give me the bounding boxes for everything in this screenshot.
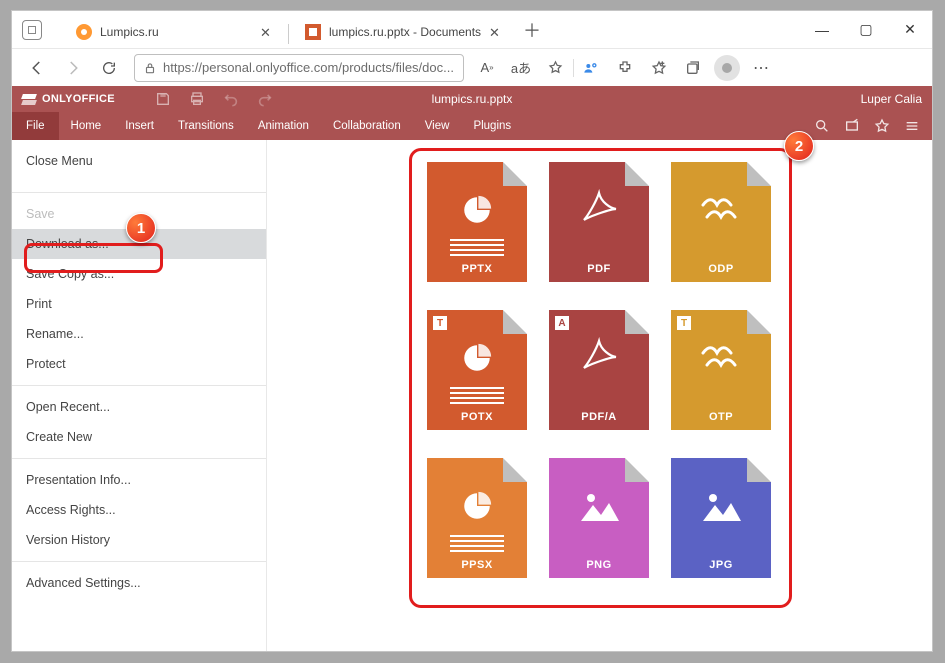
more-menu-icon[interactable]: ⋯	[744, 54, 778, 82]
menu-access-rights[interactable]: Access Rights...	[12, 495, 266, 525]
document-title: lumpics.ru.pptx	[432, 92, 513, 106]
menu-open-recent[interactable]: Open Recent...	[12, 392, 266, 422]
format-label: ODP	[671, 263, 771, 275]
tab-animation[interactable]: Animation	[246, 112, 321, 140]
slide-lines-icon	[450, 236, 504, 256]
img-icon	[579, 489, 619, 523]
format-label: JPG	[671, 559, 771, 571]
favorite-icon[interactable]	[874, 118, 890, 134]
pie-icon	[460, 489, 494, 523]
save-icon[interactable]	[155, 91, 171, 107]
format-tile-png[interactable]: PNG	[549, 458, 649, 578]
back-button[interactable]	[20, 53, 54, 83]
browser-tab-lumpics[interactable]: Lumpics.ru ✕	[64, 16, 284, 48]
close-tab-icon[interactable]: ✕	[260, 25, 274, 39]
profile-avatar[interactable]	[710, 54, 744, 82]
print-icon[interactable]	[189, 91, 205, 107]
tab-view[interactable]: View	[413, 112, 462, 140]
favorites-star-icon[interactable]	[642, 54, 676, 82]
account-switch-icon[interactable]	[574, 54, 608, 82]
translate-icon[interactable]: аあ	[504, 54, 538, 82]
url-input[interactable]: https://personal.onlyoffice.com/products…	[134, 54, 464, 82]
pie-icon	[460, 341, 494, 375]
format-tile-ppsx[interactable]: PPSX	[427, 458, 527, 578]
tab-home[interactable]: Home	[59, 112, 114, 140]
menu-presentation-info[interactable]: Presentation Info...	[12, 465, 266, 495]
window-close-button[interactable]: ✕	[888, 14, 932, 46]
redo-icon[interactable]	[257, 91, 273, 107]
format-label: PDF	[549, 263, 649, 275]
onlyoffice-logo[interactable]: ONLYOFFICE	[22, 92, 115, 106]
template-badge: T	[677, 316, 691, 330]
collections-icon[interactable]	[676, 54, 710, 82]
img-icon	[701, 489, 741, 523]
close-tab-icon[interactable]: ✕	[489, 25, 503, 39]
download-as-panel: PPTX PDF ODP T POTX A PDF/A T OTP PPSX PNG JPG	[267, 140, 932, 651]
format-tile-pdf[interactable]: PDF	[549, 162, 649, 282]
user-name[interactable]: Luper Calia	[861, 92, 922, 106]
menu-print[interactable]: Print	[12, 289, 266, 319]
tab-transitions[interactable]: Transitions	[166, 112, 246, 140]
window-maximize-button[interactable]: ▢	[844, 14, 888, 46]
birds-icon	[699, 193, 743, 227]
format-label: PPTX	[427, 263, 527, 275]
tab-title: Lumpics.ru	[100, 25, 252, 39]
tab-actions-icon[interactable]	[22, 20, 42, 40]
tab-collaboration[interactable]: Collaboration	[321, 112, 413, 140]
tab-insert[interactable]: Insert	[113, 112, 166, 140]
brand-text: ONLYOFFICE	[42, 93, 115, 105]
favorites-icon[interactable]	[538, 54, 572, 82]
format-tile-pptx[interactable]: PPTX	[427, 162, 527, 282]
undo-icon[interactable]	[223, 91, 239, 107]
annotation-callout-2: 2	[784, 131, 814, 161]
tab-plugins[interactable]: Plugins	[461, 112, 523, 140]
format-tile-odp[interactable]: ODP	[671, 162, 771, 282]
open-location-icon[interactable]	[844, 118, 860, 134]
format-label: POTX	[427, 411, 527, 423]
tab-title: lumpics.ru.pptx - Documents	[329, 25, 481, 39]
menu-create-new[interactable]: Create New	[12, 422, 266, 452]
window-minimize-button[interactable]: —	[800, 14, 844, 46]
birds-icon	[699, 341, 743, 375]
address-bar: https://personal.onlyoffice.com/products…	[12, 48, 932, 86]
window-titlebar: Lumpics.ru ✕ lumpics.ru.pptx - Documents…	[12, 11, 932, 48]
onlyoffice-logo-icon	[22, 92, 36, 106]
menu-protect[interactable]: Protect	[12, 349, 266, 379]
pie-icon	[460, 193, 494, 227]
forward-button[interactable]	[56, 53, 90, 83]
new-tab-button[interactable]: ＋	[517, 15, 547, 45]
lock-icon	[143, 61, 157, 75]
slide-lines-icon	[450, 384, 504, 404]
format-label: PPSX	[427, 559, 527, 571]
pdf-icon	[579, 335, 619, 381]
menu-save-copy-as[interactable]: Save Copy as...	[12, 259, 266, 289]
format-tile-jpg[interactable]: JPG	[671, 458, 771, 578]
archive-badge: A	[555, 316, 569, 330]
refresh-button[interactable]	[92, 53, 126, 83]
browser-tab-onlyoffice[interactable]: lumpics.ru.pptx - Documents ✕	[293, 16, 513, 48]
favicon-lumpics	[76, 24, 92, 40]
annotation-callout-1: 1	[126, 213, 156, 243]
tab-file[interactable]: File	[12, 112, 59, 140]
close-menu-item[interactable]: Close Menu	[12, 140, 266, 186]
format-label: PNG	[549, 559, 649, 571]
text-size-icon[interactable]: A»	[470, 54, 504, 82]
favicon-onlyoffice	[305, 24, 321, 40]
search-icon[interactable]	[814, 118, 830, 134]
template-badge: T	[433, 316, 447, 330]
menu-advanced-settings[interactable]: Advanced Settings...	[12, 568, 266, 598]
format-label: PDF/A	[549, 411, 649, 423]
format-tile-potx[interactable]: T POTX	[427, 310, 527, 430]
format-tile-otp[interactable]: T OTP	[671, 310, 771, 430]
pdf-icon	[579, 187, 619, 233]
extensions-icon[interactable]	[608, 54, 642, 82]
menu-version-history[interactable]: Version History	[12, 525, 266, 555]
menu-rename[interactable]: Rename...	[12, 319, 266, 349]
format-tile-pdf-a[interactable]: A PDF/A	[549, 310, 649, 430]
format-label: OTP	[671, 411, 771, 423]
view-settings-icon[interactable]	[904, 118, 920, 134]
onlyoffice-header: ONLYOFFICE lumpics.ru.pptx Luper Calia	[12, 86, 932, 112]
url-text: https://personal.onlyoffice.com/products…	[163, 60, 455, 75]
slide-lines-icon	[450, 532, 504, 552]
